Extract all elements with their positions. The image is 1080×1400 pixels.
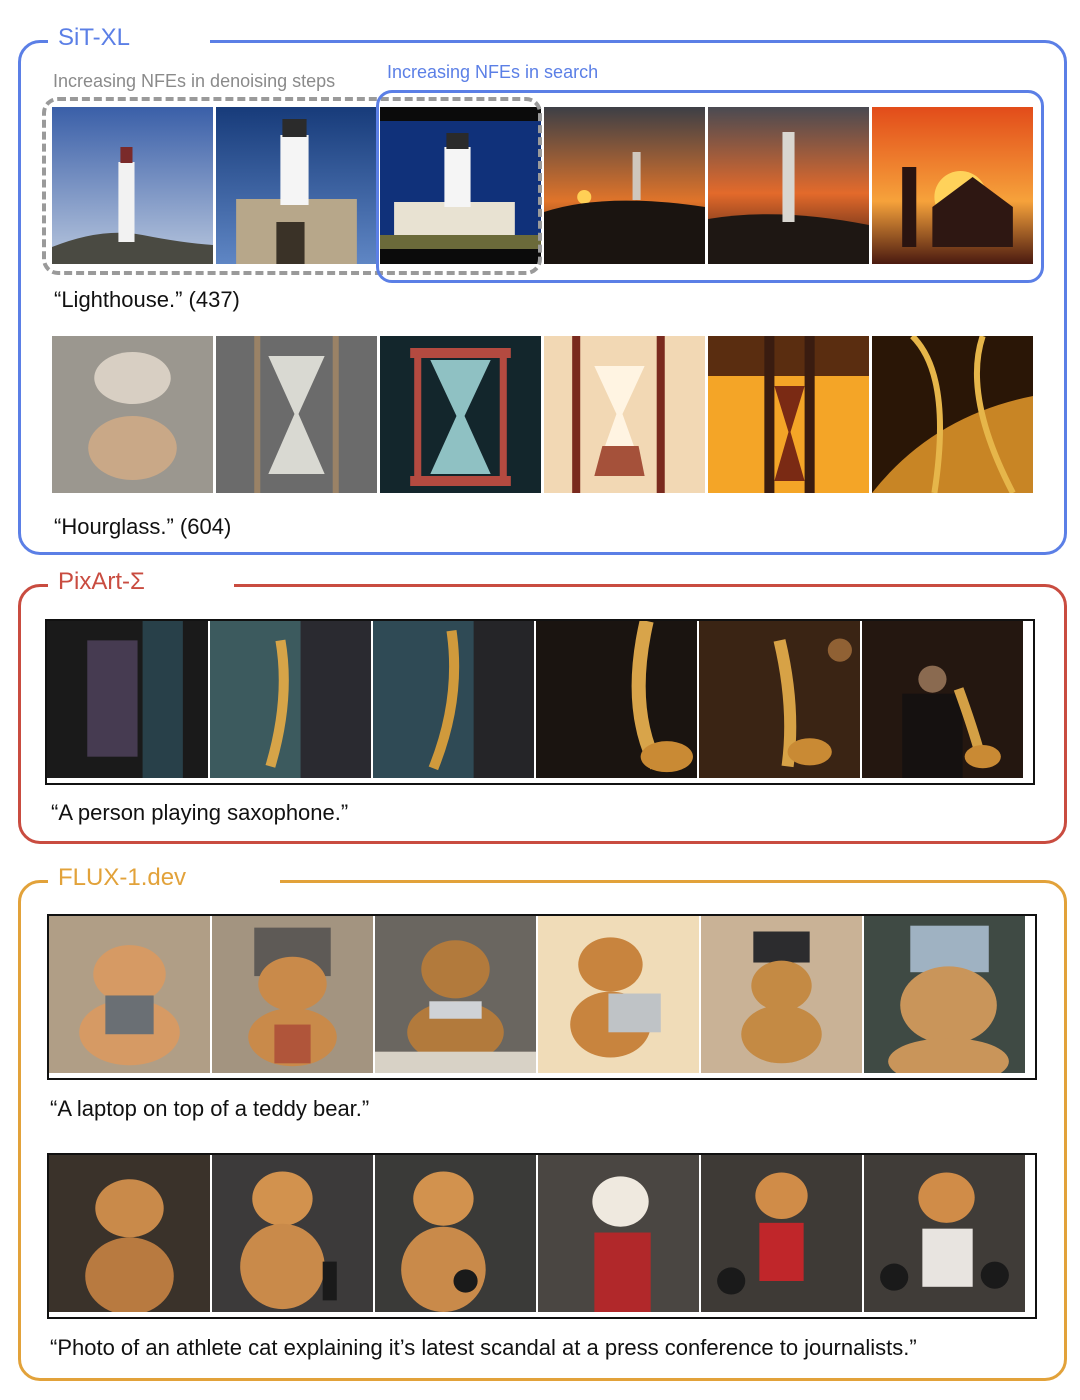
cat-caption: “Photo of an athlete cat explaining it’s…: [50, 1335, 917, 1360]
flux-title: FLUX-1.dev: [52, 864, 193, 892]
hourglass-image-3: [380, 336, 541, 493]
teddy-image-1: [49, 916, 210, 1073]
hourglass-image-2: [216, 336, 377, 493]
hourglass-row: [52, 336, 1036, 493]
teddy-image-4: [538, 916, 699, 1073]
cat-row: [47, 1153, 1037, 1319]
hourglass-image-4: [544, 336, 705, 493]
saxophone-image-4: [536, 621, 697, 778]
teddy-image-2: [212, 916, 373, 1073]
teddy-image-6: [864, 916, 1025, 1073]
saxophone-image-5: [699, 621, 860, 778]
cat-image-6: [864, 1155, 1025, 1312]
cat-image-4: [538, 1155, 699, 1312]
saxophone-image-2: [210, 621, 371, 778]
saxophone-image-1: [47, 621, 208, 778]
teddy-image-5: [701, 916, 862, 1073]
saxophone-image-3: [373, 621, 534, 778]
denoising-steps-label: Increasing NFEs in denoising steps: [53, 71, 336, 91]
saxophone-row: [45, 619, 1035, 785]
saxophone-image-6: [862, 621, 1023, 778]
pixart-title: PixArt-Σ: [52, 568, 151, 596]
hourglass-image-1: [52, 336, 213, 493]
hourglass-image-5: [708, 336, 869, 493]
cat-image-2: [212, 1155, 373, 1312]
cat-image-1: [49, 1155, 210, 1312]
teddy-row: [47, 914, 1037, 1080]
cat-image-3: [375, 1155, 536, 1312]
hourglass-caption: “Hourglass.” (604): [54, 514, 232, 539]
cat-image-5: [701, 1155, 862, 1312]
saxophone-caption: “A person playing saxophone.”: [51, 800, 349, 825]
sit-xl-title: SiT-XL: [52, 24, 137, 52]
teddy-caption: “A laptop on top of a teddy bear.”: [50, 1096, 370, 1121]
hourglass-image-6: [872, 336, 1033, 493]
search-bracket: [376, 90, 1044, 283]
teddy-image-3: [375, 916, 536, 1073]
lighthouse-caption: “Lighthouse.” (437): [54, 287, 240, 312]
search-nfe-label: Increasing NFEs in search: [387, 62, 599, 82]
